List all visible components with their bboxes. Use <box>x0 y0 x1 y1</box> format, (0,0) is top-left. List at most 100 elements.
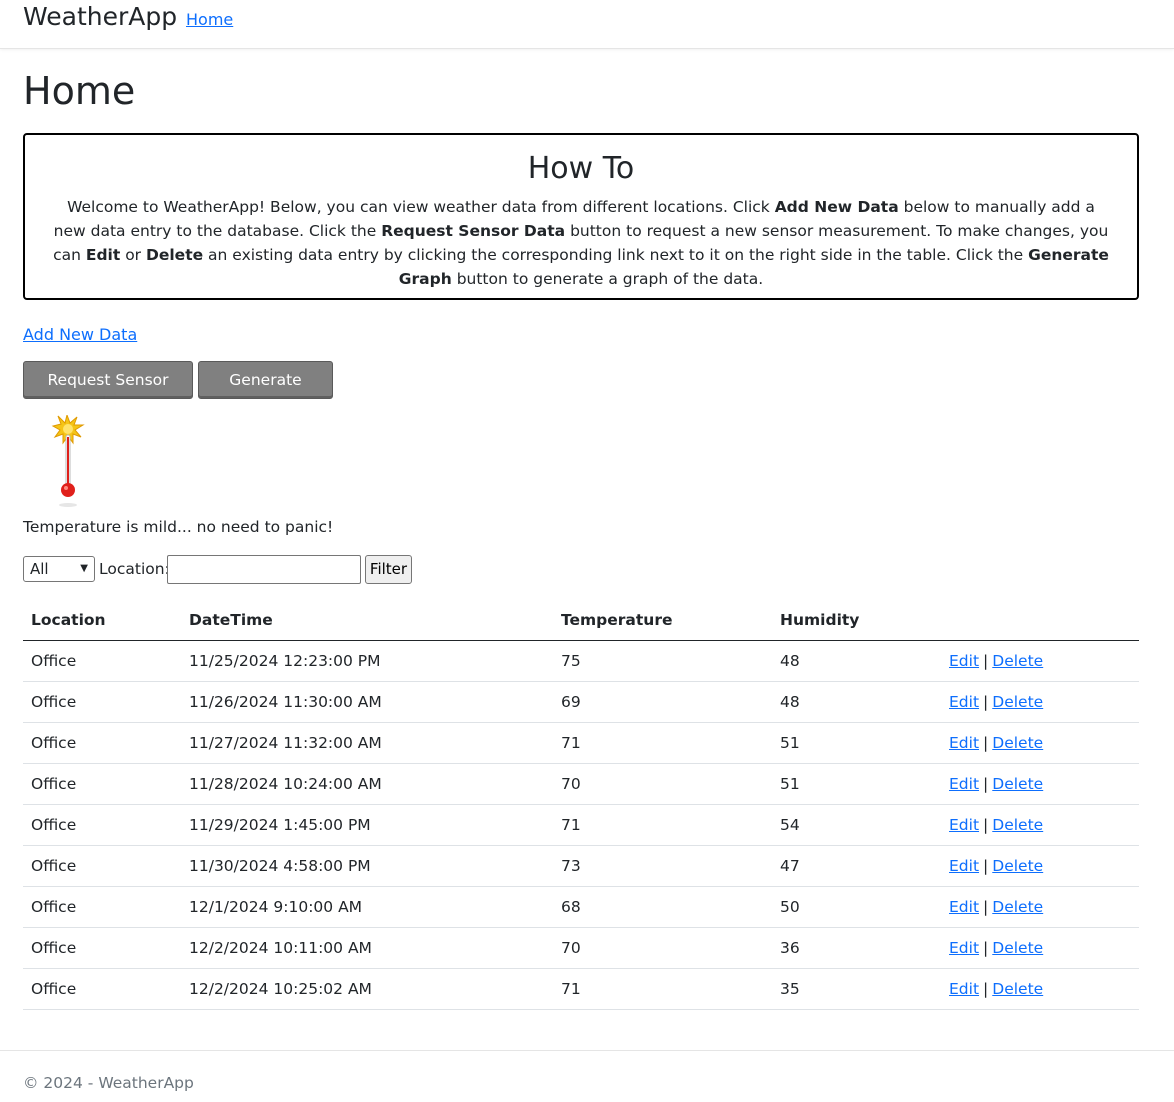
edit-link[interactable]: Edit <box>949 980 979 998</box>
action-separator: | <box>983 857 989 875</box>
cell-temperature: 71 <box>553 804 772 846</box>
page-title: Home <box>23 69 136 113</box>
header-humidity: Humidity <box>772 600 941 641</box>
cell-humidity: 51 <box>772 722 941 764</box>
cell-humidity: 35 <box>772 968 941 1010</box>
cell-temperature: 71 <box>553 722 772 764</box>
edit-link[interactable]: Edit <box>949 693 979 711</box>
header-temperature: Temperature <box>553 600 772 641</box>
delete-link[interactable]: Delete <box>992 734 1043 752</box>
table-row: Office 11/30/2024 4:58:00 PM 73 47 Edit | Dele… <box>23 845 1139 887</box>
how-to-bold-request-sensor-data: Request Sensor Data <box>381 222 566 240</box>
cell-humidity: 54 <box>772 804 941 846</box>
cell-temperature: 75 <box>553 640 772 682</box>
cell-humidity: 47 <box>772 845 941 887</box>
edit-link[interactable]: Edit <box>949 898 979 916</box>
action-separator: | <box>983 939 989 957</box>
location-label: Location: <box>99 560 170 578</box>
footer: © 2024 - WeatherApp <box>0 1050 1174 1102</box>
action-separator: | <box>983 693 989 711</box>
edit-link[interactable]: Edit <box>949 939 979 957</box>
cell-datetime: 11/28/2024 10:24:00 AM <box>181 763 553 805</box>
how-to-box: How To Welcome to WeatherApp! Below, you… <box>23 133 1139 300</box>
cell-datetime: 11/27/2024 11:32:00 AM <box>181 722 553 764</box>
cell-humidity: 50 <box>772 886 941 928</box>
edit-link[interactable]: Edit <box>949 775 979 793</box>
cell-humidity: 36 <box>772 927 941 969</box>
add-new-data-link[interactable]: Add New Data <box>23 325 137 345</box>
how-to-text-part: or <box>120 246 146 264</box>
filter-bar: All ▼ Location: Filter <box>23 555 623 584</box>
cell-location: Office <box>23 763 181 805</box>
cell-actions: Edit | Delete <box>941 927 1139 969</box>
cell-actions: Edit | Delete <box>941 886 1139 928</box>
delete-link[interactable]: Delete <box>992 775 1043 793</box>
cell-temperature: 70 <box>553 927 772 969</box>
filter-button[interactable]: Filter <box>365 555 412 584</box>
table-header-row: Location DateTime Temperature Humidity <box>23 600 1139 641</box>
action-separator: | <box>983 734 989 752</box>
delete-link[interactable]: Delete <box>992 652 1043 670</box>
cell-location: Office <box>23 722 181 764</box>
cell-temperature: 71 <box>553 968 772 1010</box>
action-separator: | <box>983 816 989 834</box>
cell-location: Office <box>23 927 181 969</box>
cell-actions: Edit | Delete <box>941 763 1139 805</box>
filter-select[interactable]: All ▼ <box>23 556 95 582</box>
edit-link[interactable]: Edit <box>949 734 979 752</box>
cell-datetime: 11/29/2024 1:45:00 PM <box>181 804 553 846</box>
cell-actions: Edit | Delete <box>941 640 1139 682</box>
delete-link[interactable]: Delete <box>992 898 1043 916</box>
action-separator: | <box>983 652 989 670</box>
table-row: Office 12/1/2024 9:10:00 AM 68 50 Edit | Delet… <box>23 886 1139 928</box>
cell-datetime: 11/26/2024 11:30:00 AM <box>181 681 553 723</box>
chevron-down-icon: ▼ <box>80 563 88 574</box>
location-input[interactable] <box>167 555 361 584</box>
cell-datetime: 12/2/2024 10:25:02 AM <box>181 968 553 1010</box>
request-sensor-data-button[interactable]: Request Sensor Data <box>23 361 193 425</box>
filter-select-value: All <box>30 560 49 578</box>
cell-actions: Edit | Delete <box>941 968 1139 1010</box>
how-to-bold-edit: Edit <box>85 246 121 264</box>
cell-actions: Edit | Delete <box>941 722 1139 764</box>
cell-temperature: 70 <box>553 763 772 805</box>
cell-temperature: 68 <box>553 886 772 928</box>
cell-datetime: 12/2/2024 10:11:00 AM <box>181 927 553 969</box>
table-row: Office 12/2/2024 10:25:02 AM 71 35 Edit | Dele… <box>23 968 1139 1010</box>
how-to-bold-add-new-data: Add New Data <box>774 198 899 216</box>
how-to-title: How To <box>527 151 635 186</box>
delete-link[interactable]: Delete <box>992 980 1043 998</box>
action-separator: | <box>983 775 989 793</box>
nav-home-link[interactable]: Home <box>186 10 233 30</box>
action-separator: | <box>983 898 989 916</box>
cell-location: Office <box>23 886 181 928</box>
cell-humidity: 48 <box>772 681 941 723</box>
header-datetime: DateTime <box>181 600 553 641</box>
cell-location: Office <box>23 804 181 846</box>
table-row: Office 11/29/2024 1:45:00 PM 71 54 Edit | Dele… <box>23 804 1139 846</box>
edit-link[interactable]: Edit <box>949 652 979 670</box>
cell-location: Office <box>23 845 181 887</box>
cell-location: Office <box>23 640 181 682</box>
delete-link[interactable]: Delete <box>992 816 1043 834</box>
table-row: Office 11/28/2024 10:24:00 AM 70 51 Edit | Del… <box>23 763 1139 805</box>
header-actions <box>941 600 1139 641</box>
table-row: Office 11/25/2024 12:23:00 PM 75 48 Edit | Del… <box>23 640 1139 682</box>
cell-temperature: 69 <box>553 681 772 723</box>
how-to-text-part: button to generate a graph of the data. <box>451 270 764 288</box>
action-separator: | <box>983 980 989 998</box>
generate-graph-button[interactable]: Generate Graph <box>198 361 333 425</box>
delete-link[interactable]: Delete <box>992 939 1043 957</box>
delete-link[interactable]: Delete <box>992 857 1043 875</box>
header-location: Location <box>23 600 181 641</box>
cell-location: Office <box>23 968 181 1010</box>
how-to-text-part: an existing data entry by clicking the c… <box>203 246 1029 264</box>
brand[interactable]: WeatherApp <box>23 2 177 32</box>
edit-link[interactable]: Edit <box>949 857 979 875</box>
cell-actions: Edit | Delete <box>941 845 1139 887</box>
cell-datetime: 11/30/2024 4:58:00 PM <box>181 845 553 887</box>
delete-link[interactable]: Delete <box>992 693 1043 711</box>
edit-link[interactable]: Edit <box>949 816 979 834</box>
cell-actions: Edit | Delete <box>941 804 1139 846</box>
how-to-text: Welcome to WeatherApp! Below, you can vi… <box>49 195 1113 291</box>
